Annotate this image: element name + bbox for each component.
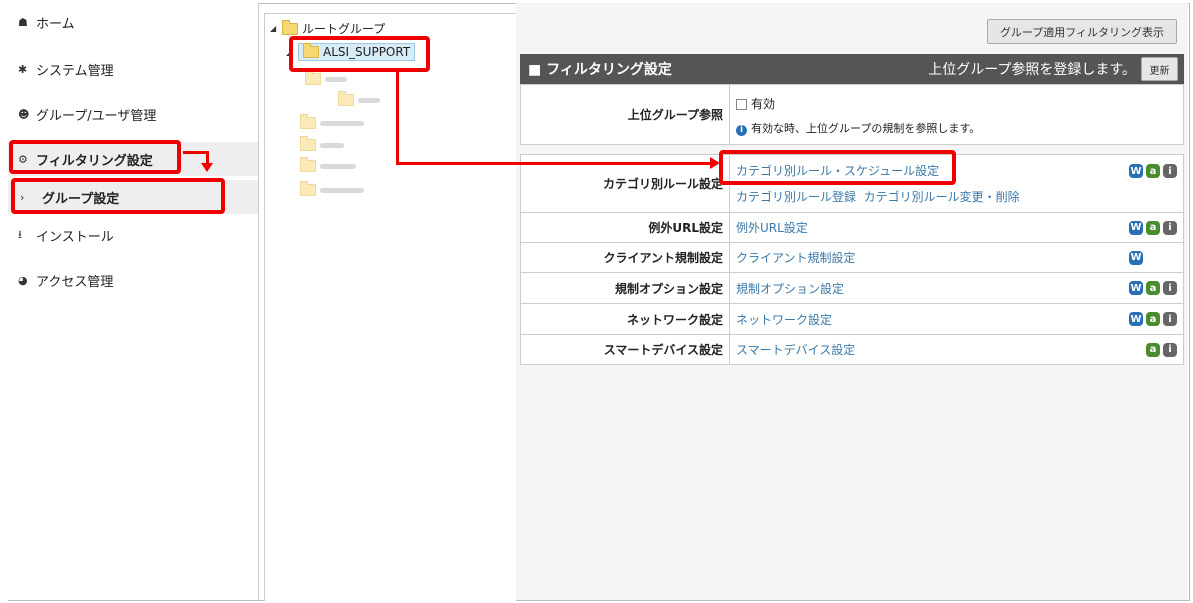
annotation-arrow-head bbox=[710, 157, 720, 169]
nav-item-label: グループ/ユーザ管理 bbox=[36, 108, 157, 124]
expand-triangle-icon[interactable]: ◢ bbox=[270, 24, 282, 33]
folder-icon bbox=[282, 19, 298, 35]
table-row: クライアント規制設定 クライアント規制設定 W bbox=[520, 242, 1184, 273]
panel-header: ■ フィルタリング設定 上位グループ参照を登録します。 更新 bbox=[520, 54, 1184, 84]
setting-label: スマートデバイス設定 bbox=[520, 334, 730, 365]
annotation-arrow-head bbox=[201, 163, 213, 172]
nav-item-label: システム管理 bbox=[36, 63, 114, 79]
folder-icon bbox=[300, 136, 316, 151]
annotation-arrow-line bbox=[396, 162, 712, 165]
pie-chart-icon: ◕ bbox=[18, 273, 28, 287]
nav-item-label: インストール bbox=[36, 229, 114, 245]
nav-item-home[interactable]: ☗ ホーム bbox=[8, 5, 258, 39]
category-rule-register-link[interactable]: カテゴリ別ルール登録 bbox=[736, 190, 856, 204]
table-row: 例外URL設定 例外URL設定 W a i bbox=[520, 212, 1184, 243]
parent-ref-register-text: 上位グループ参照を登録します。 bbox=[928, 62, 1136, 78]
ios-badge-icon: i bbox=[1163, 312, 1177, 326]
gear-icon: ✱ bbox=[18, 62, 28, 76]
android-badge-icon: a bbox=[1146, 220, 1160, 235]
windows-badge-icon: W bbox=[1129, 250, 1143, 265]
setting-label: クライアント規制設定 bbox=[520, 242, 730, 273]
nav-item-label: アクセス管理 bbox=[36, 274, 114, 290]
group-filter-display-button[interactable]: グループ適用フィルタリング表示 bbox=[987, 19, 1177, 44]
windows-badge-icon: W bbox=[1129, 312, 1143, 326]
panel-title: ■ フィルタリング設定 bbox=[528, 62, 672, 78]
exception-url-link[interactable]: 例外URL設定 bbox=[736, 221, 808, 235]
folder-icon bbox=[305, 70, 321, 85]
parent-ref-table: 上位グループ参照 有効 i 有効な時、上位グループの規制を参照します。 bbox=[520, 84, 1184, 145]
parent-ref-label: 上位グループ参照 bbox=[520, 84, 730, 145]
windows-badge-icon: W bbox=[1129, 281, 1143, 295]
settings-table: カテゴリ別ルール設定 カテゴリ別ルール・スケジュール設定 カテゴリ別ルール登録 … bbox=[520, 154, 1184, 365]
home-icon: ☗ bbox=[18, 15, 28, 29]
annotation-box-selected-group bbox=[289, 36, 430, 72]
nav-item-access[interactable]: ◕ アクセス管理 bbox=[8, 263, 258, 297]
android-badge-icon: a bbox=[1146, 281, 1160, 295]
network-settings-link[interactable]: ネットワーク設定 bbox=[736, 313, 832, 327]
annotation-box-group-settings bbox=[11, 178, 225, 214]
users-icon: ☻ bbox=[18, 107, 30, 121]
folder-icon bbox=[338, 91, 354, 106]
annotation-box-category-link bbox=[719, 150, 956, 185]
tree-node-root[interactable]: ◢ ルートグループ bbox=[270, 19, 386, 37]
android-badge-icon: a bbox=[1146, 342, 1160, 357]
ios-badge-icon: i bbox=[1163, 220, 1177, 235]
group-tree bbox=[264, 13, 517, 601]
setting-label: ネットワーク設定 bbox=[520, 303, 730, 335]
download-icon: ⭳ bbox=[18, 227, 22, 241]
update-button[interactable]: 更新 bbox=[1141, 57, 1178, 81]
setting-label: 規制オプション設定 bbox=[520, 272, 730, 304]
enable-checkbox-label: 有効 bbox=[751, 97, 776, 111]
client-restriction-link[interactable]: クライアント規制設定 bbox=[736, 251, 856, 265]
table-row: スマートデバイス設定 スマートデバイス設定 a i bbox=[520, 334, 1184, 365]
ios-badge-icon: i bbox=[1163, 342, 1177, 357]
setting-label: 例外URL設定 bbox=[520, 212, 730, 243]
parent-ref-info-text: 有効な時、上位グループの規制を参照します。 bbox=[751, 122, 981, 135]
nav-item-system[interactable]: ✱ システム管理 bbox=[8, 52, 258, 86]
tree-node-blurred[interactable] bbox=[300, 181, 364, 196]
tree-node-blurred[interactable] bbox=[338, 91, 380, 106]
ios-badge-icon: i bbox=[1163, 164, 1177, 178]
tree-node-blurred[interactable] bbox=[300, 114, 364, 129]
folder-icon bbox=[300, 114, 316, 129]
sidebar: ☗ ホーム ✱ システム管理 ☻ グループ/ユーザ管理 ⚙ フィルタリング設定 … bbox=[8, 3, 259, 600]
annotation-box-filtering bbox=[9, 140, 181, 174]
tree-node-blurred[interactable] bbox=[300, 136, 344, 151]
folder-icon bbox=[300, 181, 316, 196]
nav-item-install[interactable]: ⭳ インストール bbox=[8, 218, 258, 252]
table-row: 規制オプション設定 規制オプション設定 W a i bbox=[520, 272, 1184, 304]
tree-node-label: ルートグループ bbox=[302, 22, 386, 36]
smart-device-link[interactable]: スマートデバイス設定 bbox=[736, 343, 855, 357]
info-icon: i bbox=[736, 124, 747, 136]
annotation-arrow-line bbox=[396, 72, 399, 164]
nav-item-group-user[interactable]: ☻ グループ/ユーザ管理 bbox=[8, 97, 258, 131]
android-badge-icon: a bbox=[1146, 312, 1160, 326]
windows-badge-icon: W bbox=[1129, 220, 1143, 235]
windows-badge-icon: W bbox=[1129, 164, 1143, 178]
category-rule-edit-delete-link[interactable]: カテゴリ別ルール変更・削除 bbox=[864, 190, 1020, 204]
folder-icon bbox=[300, 157, 316, 172]
tree-node-blurred[interactable] bbox=[300, 157, 356, 172]
tree-node-blurred[interactable] bbox=[305, 70, 347, 85]
table-row: ネットワーク設定 ネットワーク設定 W a i bbox=[520, 303, 1184, 335]
android-badge-icon: a bbox=[1146, 164, 1160, 178]
ios-badge-icon: i bbox=[1163, 281, 1177, 295]
enable-checkbox[interactable] bbox=[736, 99, 747, 110]
restriction-option-link[interactable]: 規制オプション設定 bbox=[736, 282, 844, 296]
nav-item-label: ホーム bbox=[36, 16, 75, 32]
